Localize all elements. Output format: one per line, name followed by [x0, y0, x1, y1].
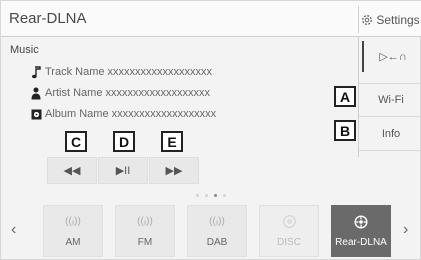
fast-forward-icon: ▶▶ [165, 165, 183, 177]
info-button[interactable]: Info [359, 117, 421, 151]
callout-d: D [113, 131, 135, 152]
source-fm[interactable]: ((ı)) FM [115, 205, 175, 257]
info-label: Info [381, 127, 401, 140]
header-bar: Rear-DLNA Settings [1, 1, 421, 37]
person-icon [29, 85, 43, 101]
settings-button[interactable]: Settings [358, 6, 421, 33]
radio-wave-icon: ((ı)) [137, 216, 153, 227]
right-panel: ▷←∩ Wi-Fi Info [358, 37, 421, 157]
source-bar: ‹ ((ı)) AM ((ı)) FM ((ı)) DAB DISC Rear-… [1, 201, 421, 260]
callout-a: A [334, 86, 356, 107]
section-label: Music [10, 44, 39, 56]
source-label: AM [65, 236, 81, 248]
page-dot [223, 194, 226, 197]
source-dab[interactable]: ((ı)) DAB [187, 205, 247, 257]
gear-icon [362, 14, 373, 25]
previous-track-button[interactable]: ◀◀ [47, 157, 97, 184]
play-pause-button[interactable]: ▶II [98, 157, 148, 184]
audio-screen: Rear-DLNA Settings Music Track Name xxxx… [0, 0, 421, 260]
source-label: DISC [277, 236, 301, 248]
track-name: Track Name xxxxxxxxxxxxxxxxxxx [45, 66, 213, 78]
headphone-link-icon: ▷←∩ [379, 51, 407, 63]
album-icon [29, 106, 43, 122]
album-row: Album Name xxxxxxxxxxxxxxxxxxx [31, 105, 217, 123]
source-rear-dlna[interactable]: Rear-DLNA [331, 205, 391, 257]
track-row: Track Name xxxxxxxxxxxxxxxxxxx [32, 63, 213, 81]
source-disc[interactable]: DISC [259, 205, 319, 257]
page-dot [205, 194, 208, 197]
page-title: Rear-DLNA [9, 10, 87, 27]
scroll-right-arrow[interactable]: › [403, 221, 408, 239]
settings-label: Settings [376, 12, 420, 27]
callout-e: E [161, 131, 183, 152]
radio-wave-icon: ((ı)) [209, 216, 225, 227]
rewind-icon: ◀◀ [63, 165, 81, 177]
page-indicator [196, 194, 226, 197]
artist-name: Artist Name xxxxxxxxxxxxxxxxxxx [45, 87, 211, 99]
source-am[interactable]: ((ı)) AM [43, 205, 103, 257]
page-dot-active [214, 194, 217, 197]
disc-icon [282, 215, 296, 229]
radio-wave-icon: ((ı)) [65, 216, 81, 227]
album-name: Album Name xxxxxxxxxxxxxxxxxxx [45, 108, 217, 120]
bluetooth-audio-button[interactable]: ▷←∩ [362, 41, 421, 72]
callout-c: C [65, 131, 87, 152]
dlna-icon [354, 214, 368, 229]
wifi-button[interactable]: Wi-Fi [359, 83, 421, 117]
page-dot [196, 194, 199, 197]
callout-b: B [334, 120, 356, 141]
source-label: FM [137, 236, 153, 248]
next-track-button[interactable]: ▶▶ [149, 157, 199, 184]
music-note-icon [29, 64, 43, 80]
scroll-left-arrow[interactable]: ‹ [11, 221, 16, 239]
source-label: Rear-DLNA [335, 236, 387, 248]
play-pause-icon: ▶II [115, 165, 131, 177]
wifi-label: Wi-Fi [378, 94, 404, 106]
artist-row: Artist Name xxxxxxxxxxxxxxxxxxx [31, 84, 211, 102]
source-label: DAB [206, 236, 228, 248]
